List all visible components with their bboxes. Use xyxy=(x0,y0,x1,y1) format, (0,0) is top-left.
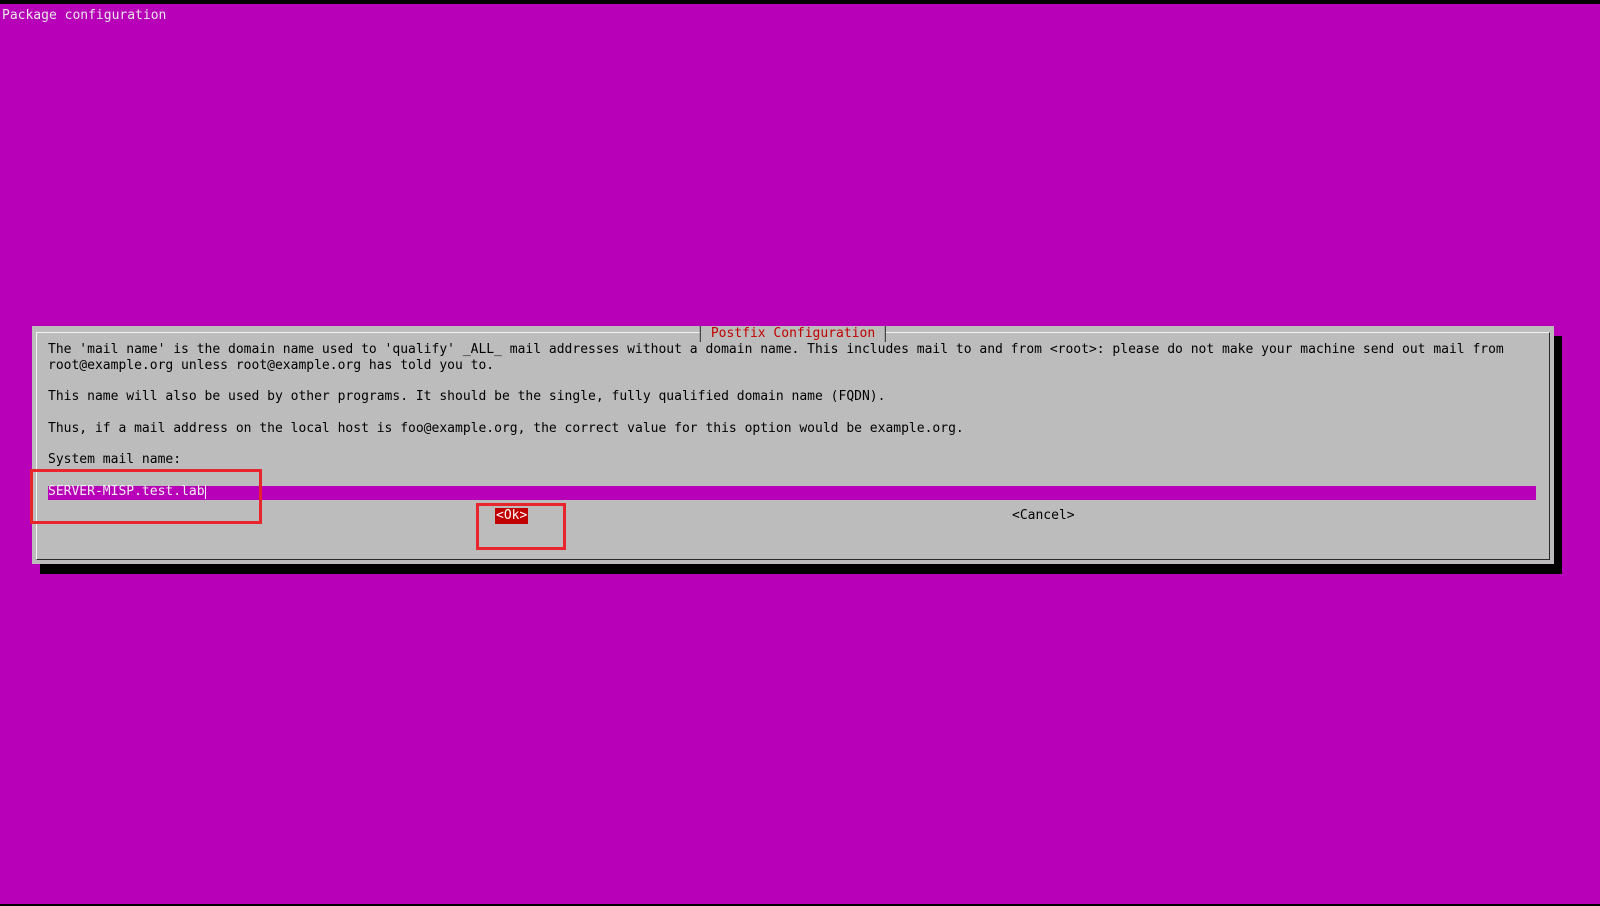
description-line-2: root@example.org unless root@example.org… xyxy=(48,358,495,373)
system-mail-name-label: System mail name: xyxy=(48,452,182,467)
system-mail-name-input[interactable]: SERVER-MISP.test.lab xyxy=(48,484,1536,500)
dialog-title: Postfix Configuration xyxy=(699,326,887,342)
ok-annotation-box xyxy=(476,503,566,550)
input-annotation-box xyxy=(30,469,262,524)
postfix-configuration-dialog: Postfix Configuration The 'mail name' is… xyxy=(32,326,1554,564)
description-line-1: The 'mail name' is the domain name used … xyxy=(48,342,1504,357)
package-configuration-title: Package configuration xyxy=(2,8,167,23)
description-fqdn: This name will also be used by other pro… xyxy=(48,389,886,404)
cancel-button[interactable]: <Cancel> xyxy=(1012,508,1075,524)
description-example: Thus, if a mail address on the local hos… xyxy=(48,421,964,436)
